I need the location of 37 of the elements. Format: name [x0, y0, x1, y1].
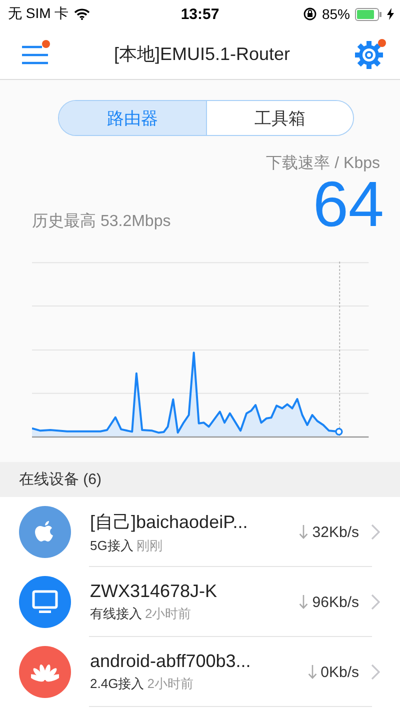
section-header: 在线设备 (6) — [19, 470, 102, 489]
connected-time: 2小时前 — [147, 675, 194, 693]
menu-button[interactable] — [20, 40, 50, 66]
clock-text: 13:57 — [180, 6, 220, 22]
download-speed: 0Kb/s — [320, 664, 359, 680]
download-arrow-icon — [299, 595, 308, 609]
download-arrow-icon — [308, 665, 317, 679]
connection-type: 5G接入 — [90, 536, 134, 554]
speed-value: 64 — [312, 172, 384, 236]
connection-type: 有线接入 — [90, 605, 142, 623]
carrier-text: 无 SIM 卡 — [8, 5, 69, 23]
device-name: [自己]baichaodeiP... — [90, 510, 249, 534]
download-speed: 96Kb/s — [312, 594, 359, 610]
device-row[interactable]: [自己]baichaodeiP... 5G接入 刚刚 32Kb/s — [0, 497, 400, 567]
connected-time: 刚刚 — [136, 536, 162, 554]
monitor-icon — [32, 590, 58, 614]
device-row[interactable]: android-abff700b3... 2.4G接入 2小时前 0Kb/s — [0, 637, 400, 707]
chevron-icon — [371, 664, 380, 680]
battery-percent: 85% — [322, 6, 350, 22]
connected-time: 2小时前 — [145, 605, 192, 623]
chevron-icon — [371, 524, 380, 540]
battery-icon — [355, 8, 382, 20]
settings-button[interactable] — [354, 38, 384, 68]
wifi-icon — [74, 8, 90, 20]
device-row[interactable]: ZWX314678J-K 有线接入 2小时前 96Kb/s — [0, 567, 400, 637]
connection-type: 2.4G接入 — [90, 675, 144, 693]
device-name: ZWX314678J-K — [90, 581, 218, 602]
download-arrow-icon — [299, 525, 308, 539]
history-peak-text: 历史最高 53.2Mbps — [32, 212, 171, 232]
speed-unit-label: 下载速率 / Kbps — [266, 154, 380, 174]
router-title: [本地]EMUI5.1-Router — [114, 42, 290, 66]
device-name: android-abff700b3... — [90, 651, 252, 672]
download-speed: 32Kb/s — [312, 524, 359, 540]
petals-icon — [31, 662, 59, 682]
rotation-lock-icon — [302, 7, 317, 21]
chevron-icon — [371, 594, 380, 610]
segment-tab[interactable]: 工具箱 — [206, 101, 353, 135]
